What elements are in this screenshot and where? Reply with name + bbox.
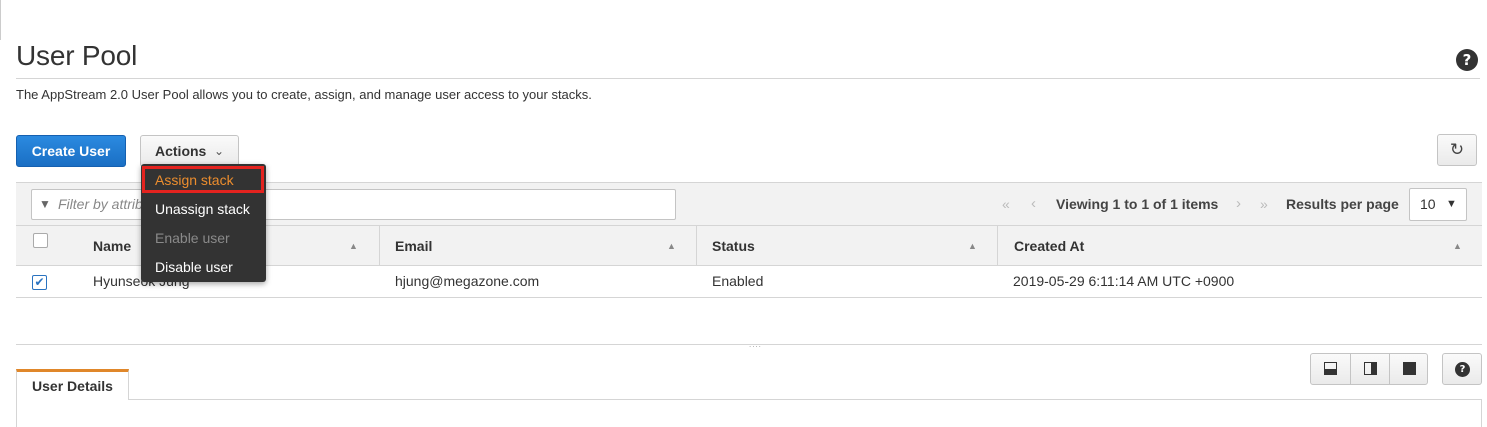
details-help-button[interactable]: ? xyxy=(1442,353,1482,385)
actions-button-label: Actions xyxy=(155,143,207,159)
sort-icon[interactable]: ▲ xyxy=(349,226,358,266)
details-panel xyxy=(16,399,1482,427)
menu-item-disable-user[interactable]: Disable user xyxy=(155,259,233,275)
last-page-icon[interactable]: » xyxy=(1260,196,1268,212)
page-title: User Pool xyxy=(16,40,138,71)
splitter-handle[interactable]: .... xyxy=(749,340,762,349)
layout-side-button[interactable] xyxy=(1350,354,1389,384)
row-checkbox[interactable]: ✔ xyxy=(32,275,47,290)
results-per-page-value: 10 xyxy=(1420,196,1436,212)
column-divider[interactable] xyxy=(997,226,998,266)
chevron-down-icon: ⌄ xyxy=(214,144,225,158)
select-all-checkbox[interactable] xyxy=(33,233,48,248)
column-header-name[interactable]: Name xyxy=(93,226,131,266)
next-page-icon[interactable]: › xyxy=(1236,195,1241,212)
title-divider xyxy=(16,78,1480,79)
sort-icon[interactable]: ▲ xyxy=(968,226,977,266)
help-icon[interactable]: ? xyxy=(1456,49,1478,71)
refresh-icon: ↻ xyxy=(1449,140,1465,159)
menu-item-unassign-stack[interactable]: Unassign stack xyxy=(155,201,250,217)
page-description: The AppStream 2.0 User Pool allows you t… xyxy=(16,87,592,102)
column-divider[interactable] xyxy=(696,226,697,266)
split-side-icon xyxy=(1364,362,1377,375)
previous-page-icon[interactable]: ‹ xyxy=(1031,195,1036,212)
tab-user-details[interactable]: User Details xyxy=(16,369,129,400)
actions-button[interactable]: Actions ⌄ xyxy=(140,135,239,167)
first-page-icon[interactable]: « xyxy=(1002,196,1010,212)
sort-icon[interactable]: ▲ xyxy=(1453,226,1462,266)
column-header-email[interactable]: Email xyxy=(395,226,432,266)
full-screen-icon xyxy=(1403,362,1416,375)
refresh-button[interactable]: ↻ xyxy=(1437,134,1477,166)
layout-bottom-button[interactable] xyxy=(1311,354,1350,384)
column-header-status[interactable]: Status xyxy=(712,226,755,266)
cell-created-at: 2019-05-29 6:11:14 AM UTC +0900 xyxy=(1013,273,1235,289)
filter-input[interactable]: Filter by attrib xyxy=(31,189,676,220)
results-per-page-select[interactable]: 10 ▼ xyxy=(1409,188,1467,221)
layout-toggle-group xyxy=(1310,353,1428,385)
left-edge-divider xyxy=(0,0,1,40)
column-divider[interactable] xyxy=(379,226,380,266)
menu-item-enable-user: Enable user xyxy=(155,230,230,246)
cell-email: hjung@megazone.com xyxy=(395,273,540,289)
tab-joint xyxy=(17,399,128,401)
highlight-box xyxy=(142,166,264,193)
filter-icon: ▼ xyxy=(39,197,51,211)
results-per-page-label: Results per page xyxy=(1286,196,1399,212)
caret-down-icon: ▼ xyxy=(1446,198,1457,210)
create-user-button[interactable]: Create User xyxy=(16,135,126,167)
column-header-created-at[interactable]: Created At xyxy=(1014,226,1084,266)
split-bottom-icon xyxy=(1324,362,1337,375)
help-icon: ? xyxy=(1455,362,1470,377)
sort-icon[interactable]: ▲ xyxy=(667,226,676,266)
layout-full-button[interactable] xyxy=(1389,354,1428,384)
pagination-summary: Viewing 1 to 1 of 1 items xyxy=(1056,196,1219,212)
cell-status: Enabled xyxy=(712,273,764,289)
